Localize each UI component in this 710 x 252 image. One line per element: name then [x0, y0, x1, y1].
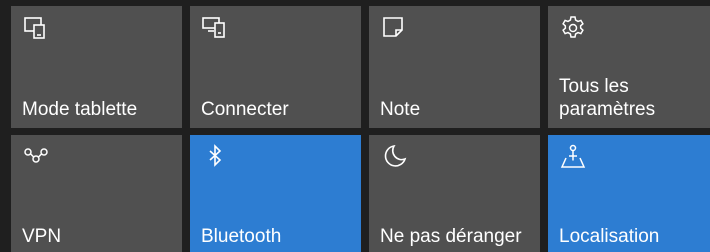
quick-actions-grid: Mode tablette Connecter Note Tous les pa… [0, 0, 710, 252]
note-label: Note [380, 99, 421, 120]
bluetooth-label: Bluetooth [201, 226, 282, 247]
all-settings-label: Tous les paramètres [559, 76, 656, 120]
note-icon [380, 14, 408, 42]
vpn-label: VPN [22, 226, 62, 247]
gear-icon [559, 14, 587, 42]
tablet-mode-icon [22, 14, 50, 42]
tablet-mode-tile[interactable]: Mode tablette [11, 6, 182, 128]
connect-label: Connecter [201, 99, 289, 120]
location-label: Localisation [559, 226, 660, 247]
location-icon [559, 143, 587, 171]
tablet-mode-label: Mode tablette [22, 99, 138, 120]
bluetooth-icon [201, 143, 229, 171]
all-settings-tile[interactable]: Tous les paramètres [548, 6, 710, 128]
note-tile[interactable]: Note [369, 6, 540, 128]
moon-icon [380, 143, 408, 171]
connect-tile[interactable]: Connecter [190, 6, 361, 128]
connect-icon [201, 14, 229, 42]
location-tile[interactable]: Localisation [548, 135, 710, 252]
do-not-disturb-tile[interactable]: Ne pas déranger [369, 135, 540, 252]
vpn-tile[interactable]: VPN [11, 135, 182, 252]
do-not-disturb-label: Ne pas déranger [380, 226, 522, 247]
vpn-icon [22, 143, 50, 171]
bluetooth-tile[interactable]: Bluetooth [190, 135, 361, 252]
